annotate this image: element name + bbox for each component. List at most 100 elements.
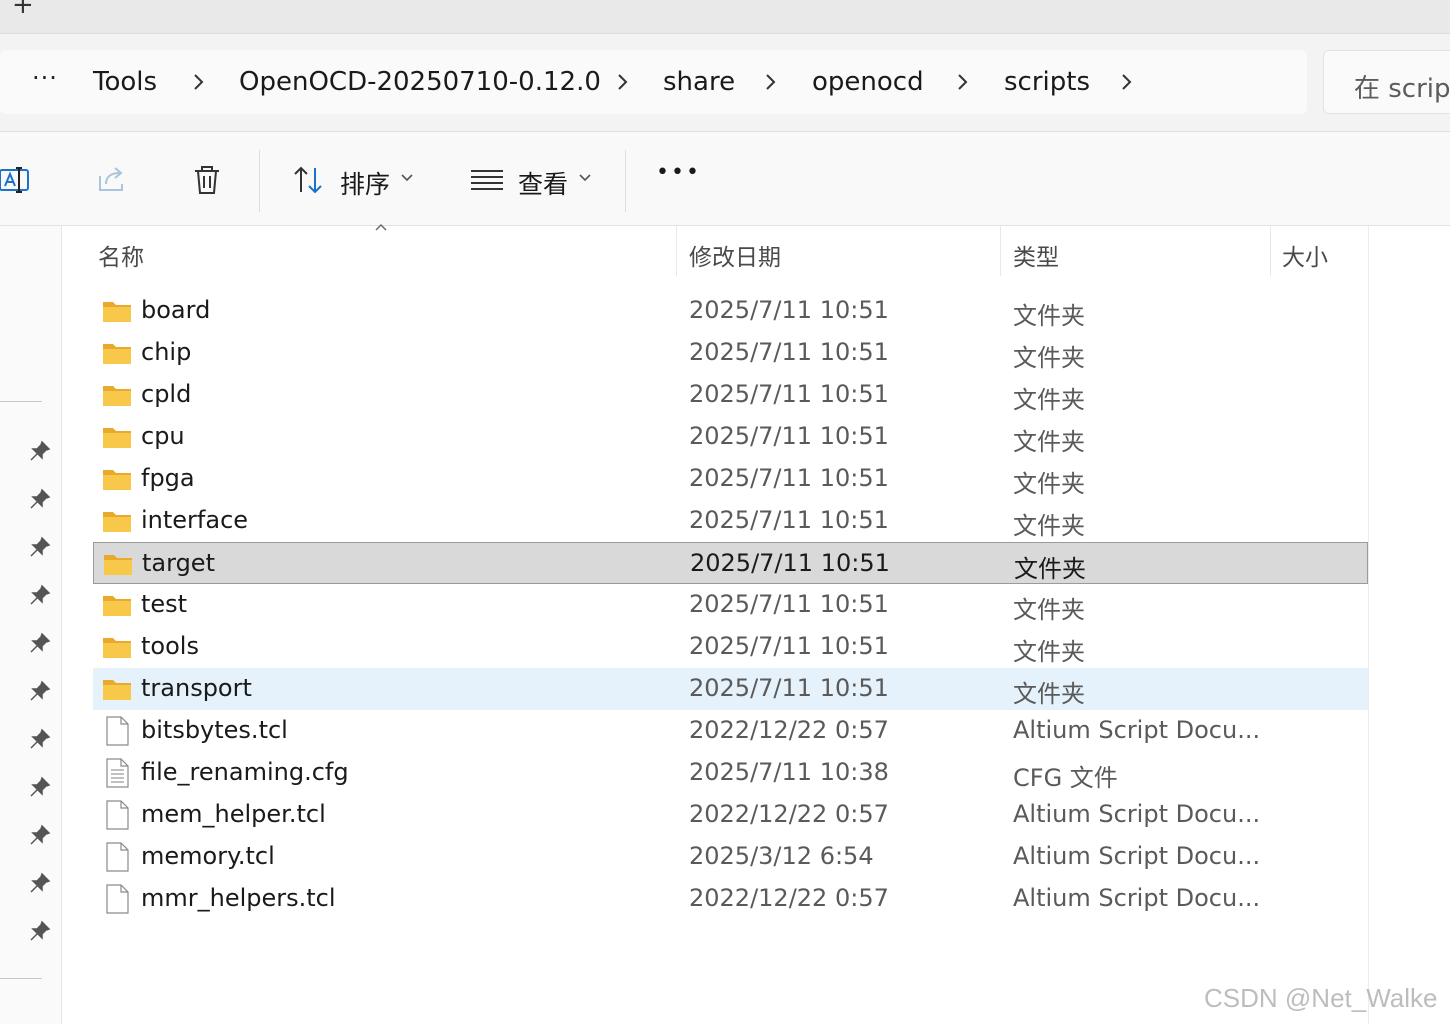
file-type: Altium Script Docu... xyxy=(1013,884,1261,912)
folder-icon xyxy=(103,638,131,658)
file-name: chip xyxy=(141,338,192,366)
file-row[interactable]: file_renaming.cfg 2025/7/11 10:38 CFG 文件 xyxy=(93,752,1368,794)
pin-icon[interactable] xyxy=(29,920,51,942)
pin-icon[interactable] xyxy=(29,584,51,606)
toolbar-divider xyxy=(625,150,626,212)
breadcrumb-item-scripts[interactable]: scripts xyxy=(1004,67,1090,97)
file-row[interactable]: mmr_helpers.tcl 2022/12/22 0:57 Altium Scr… xyxy=(93,878,1368,920)
file-date: 2022/12/22 0:57 xyxy=(689,716,889,744)
file-name: fpga xyxy=(141,464,195,492)
folder-row[interactable]: interface 2025/7/11 10:51 文件夹 xyxy=(93,500,1368,542)
column-header-date[interactable]: 修改日期 xyxy=(689,238,781,272)
pin-icon[interactable] xyxy=(29,536,51,558)
chevron-down-icon[interactable] xyxy=(400,173,414,183)
nav-divider xyxy=(0,978,42,979)
file-name: transport xyxy=(141,674,252,702)
file-type: CFG 文件 xyxy=(1013,764,1118,792)
chevron-right-icon[interactable] xyxy=(186,70,210,94)
folder-icon xyxy=(103,596,131,616)
breadcrumb-item-tools[interactable]: Tools xyxy=(93,67,157,97)
pin-icon[interactable] xyxy=(29,872,51,894)
pin-icon[interactable] xyxy=(29,824,51,846)
folder-row[interactable]: chip 2025/7/11 10:51 文件夹 xyxy=(93,332,1368,374)
chevron-right-icon[interactable] xyxy=(758,70,782,94)
column-header-size[interactable]: 大小 xyxy=(1282,238,1328,272)
file-date: 2025/7/11 10:51 xyxy=(689,674,889,702)
file-icon xyxy=(106,884,129,914)
folder-row[interactable]: board 2025/7/11 10:51 文件夹 xyxy=(93,290,1368,332)
column-header-type[interactable]: 类型 xyxy=(1013,238,1059,272)
column-divider[interactable] xyxy=(676,226,677,276)
file-name: target xyxy=(142,549,215,577)
file-date: 2025/7/11 10:51 xyxy=(689,338,889,366)
breadcrumb-item-share[interactable]: share xyxy=(663,67,735,97)
folder-row[interactable]: cpld 2025/7/11 10:51 文件夹 xyxy=(93,374,1368,416)
breadcrumb-item-openocd[interactable]: openocd xyxy=(812,67,924,97)
file-date: 2025/7/11 10:51 xyxy=(689,464,889,492)
chevron-right-icon[interactable] xyxy=(1114,70,1138,94)
file-row[interactable]: memory.tcl 2025/3/12 6:54 Altium Script Do… xyxy=(93,836,1368,878)
file-type: Altium Script Docu... xyxy=(1013,842,1261,870)
view-icon[interactable] xyxy=(469,162,505,198)
column-divider[interactable] xyxy=(1270,226,1271,276)
file-name: bitsbytes.tcl xyxy=(141,716,288,744)
file-date: 2022/12/22 0:57 xyxy=(689,800,889,828)
breadcrumb-item-openocd-release[interactable]: OpenOCD-20250710-0.12.0 xyxy=(239,67,601,97)
folder-row[interactable]: tools 2025/7/11 10:51 文件夹 xyxy=(93,626,1368,668)
file-date: 2025/7/11 10:51 xyxy=(689,590,889,618)
file-type: 文件夹 xyxy=(1013,680,1085,708)
file-row[interactable]: bitsbytes.tcl 2022/12/22 0:57 Altium Scrip… xyxy=(93,710,1368,752)
folder-row[interactable]: transport 2025/7/11 10:51 文件夹 xyxy=(93,668,1368,710)
delete-icon[interactable] xyxy=(189,162,225,198)
file-date: 2025/7/11 10:51 xyxy=(689,506,889,534)
folder-row[interactable]: cpu 2025/7/11 10:51 文件夹 xyxy=(93,416,1368,458)
share-icon[interactable] xyxy=(94,162,130,198)
file-type: 文件夹 xyxy=(1013,386,1085,414)
command-bar: 排序 查看 ••• xyxy=(0,132,1450,226)
file-type: 文件夹 xyxy=(1013,302,1085,330)
rename-icon[interactable] xyxy=(0,162,34,198)
folder-row[interactable]: fpga 2025/7/11 10:51 文件夹 xyxy=(93,458,1368,500)
breadcrumb[interactable]: ··· Tools OpenOCD-20250710-0.12.0 share … xyxy=(0,50,1307,114)
column-header-name[interactable]: 名称 xyxy=(98,238,144,272)
chevron-right-icon[interactable] xyxy=(950,70,974,94)
pin-icon[interactable] xyxy=(29,440,51,462)
folder-row[interactable]: test 2025/7/11 10:51 文件夹 xyxy=(93,584,1368,626)
pin-icon[interactable] xyxy=(29,632,51,654)
breadcrumb-overflow-button[interactable]: ··· xyxy=(32,64,58,92)
file-list: 名称 修改日期 类型 大小 board 2025/7/11 10:51 文件夹 chi… xyxy=(62,224,1450,1024)
view-button[interactable]: 查看 xyxy=(518,165,568,201)
pin-icon[interactable] xyxy=(29,728,51,750)
file-name: mem_helper.tcl xyxy=(141,800,326,828)
file-date: 2022/12/22 0:57 xyxy=(689,884,889,912)
folder-icon xyxy=(103,386,131,406)
file-type: 文件夹 xyxy=(1013,344,1085,372)
pin-icon[interactable] xyxy=(29,488,51,510)
pin-icon[interactable] xyxy=(29,776,51,798)
search-input[interactable]: 在 script xyxy=(1323,50,1450,114)
file-type: 文件夹 xyxy=(1013,596,1085,624)
file-date: 2025/3/12 6:54 xyxy=(689,842,874,870)
file-date: 2025/7/11 10:38 xyxy=(689,758,889,786)
new-tab-button[interactable]: + xyxy=(12,0,34,20)
text-file-icon xyxy=(106,758,129,788)
navigation-pane xyxy=(0,226,62,1024)
file-icon xyxy=(106,800,129,830)
file-date: 2025/7/11 10:51 xyxy=(689,422,889,450)
file-name: file_renaming.cfg xyxy=(141,758,349,786)
chevron-down-icon[interactable] xyxy=(578,173,592,183)
pin-icon[interactable] xyxy=(29,680,51,702)
file-date: 2025/7/11 10:51 xyxy=(689,380,889,408)
column-divider[interactable] xyxy=(1000,226,1001,276)
file-row[interactable]: mem_helper.tcl 2022/12/22 0:57 Altium Scri… xyxy=(93,794,1368,836)
sort-button[interactable]: 排序 xyxy=(340,165,390,201)
chevron-right-icon[interactable] xyxy=(610,70,634,94)
nav-divider xyxy=(0,401,42,402)
file-date: 2025/7/11 10:51 xyxy=(690,549,890,577)
folder-row[interactable]: target 2025/7/11 10:51 文件夹 xyxy=(93,542,1368,584)
file-type: Altium Script Docu... xyxy=(1013,716,1261,744)
list-edge xyxy=(1368,226,1369,1024)
see-more-button[interactable]: ••• xyxy=(656,160,701,185)
sort-icon[interactable] xyxy=(291,162,327,198)
toolbar-divider xyxy=(259,150,260,212)
